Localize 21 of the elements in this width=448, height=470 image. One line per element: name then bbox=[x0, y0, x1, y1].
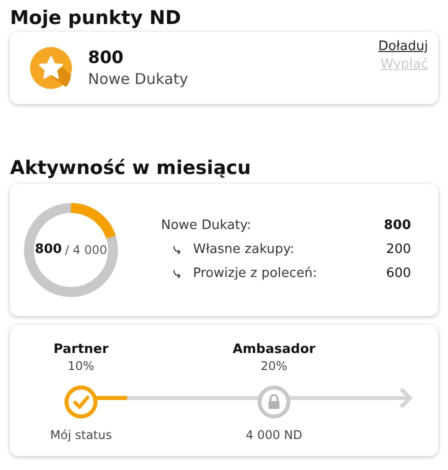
donut-value: 800 bbox=[34, 241, 62, 260]
row-label: Prowizje z poleceń: bbox=[193, 265, 317, 284]
tier-percent: 10% bbox=[68, 358, 94, 375]
tier-percent: 20% bbox=[260, 358, 288, 375]
points-unit: Nowe Dukaty bbox=[88, 69, 188, 89]
sub-arrow-icon bbox=[172, 245, 182, 255]
tier-caption: Mój status bbox=[50, 427, 112, 444]
section-title: Aktywność w miesiącu bbox=[10, 156, 252, 181]
row-value: 800 bbox=[384, 217, 411, 236]
row-value: 200 bbox=[386, 241, 411, 260]
section-title: Moje punkty ND bbox=[10, 6, 182, 31]
row-label: Nowe Dukaty: bbox=[161, 217, 252, 236]
row-label: Własne zakupy: bbox=[193, 241, 294, 260]
sub-arrow-icon bbox=[172, 269, 182, 279]
tier-name: Partner bbox=[53, 341, 109, 358]
tier-name: Ambasador bbox=[232, 341, 316, 358]
points-amount: 800 bbox=[88, 47, 124, 69]
donut-total: / 4 000 bbox=[64, 242, 108, 259]
tier-caption: 4 000 ND bbox=[246, 427, 302, 444]
row-value: 600 bbox=[386, 265, 411, 284]
text-link[interactable]: Doładuj bbox=[378, 38, 428, 56]
